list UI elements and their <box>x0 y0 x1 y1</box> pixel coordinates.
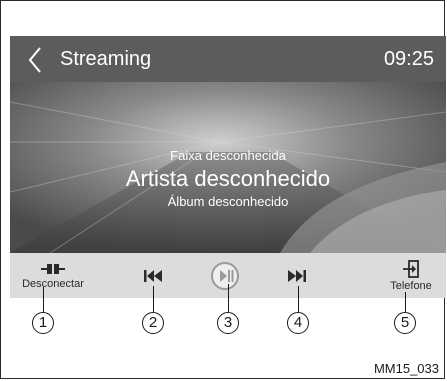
disconnect-label: Desconectar <box>22 277 84 290</box>
callout-5: 5 <box>394 312 416 334</box>
phone-label: Telefone <box>390 279 432 292</box>
header-bar: Streaming 09:25 <box>10 36 446 82</box>
track-title: Faixa desconhecida <box>170 148 286 163</box>
phone-button[interactable]: Telefone <box>376 253 446 298</box>
clock: 09:25 <box>383 48 434 70</box>
callout-line-4 <box>298 286 299 312</box>
callout-line-1 <box>43 287 44 312</box>
phone-icon <box>403 259 419 278</box>
play-pause-button[interactable] <box>208 253 242 298</box>
screen-title: Streaming <box>60 48 152 70</box>
callout-line-2 <box>153 286 154 312</box>
callout-4: 4 <box>287 312 309 334</box>
track-artist: Artista desconhecido <box>125 166 331 191</box>
figure-reference-code: MM15_033 <box>373 361 439 376</box>
next-track-button[interactable] <box>280 253 314 298</box>
callout-line-5 <box>405 292 406 312</box>
callout-2: 2 <box>142 312 164 334</box>
track-album: Álbum desconhecido <box>167 194 289 209</box>
chevron-left-icon <box>28 47 41 73</box>
album-artwork: Faixa desconhecida Artista desconhecido … <box>10 82 446 253</box>
next-track-icon <box>288 269 306 282</box>
callout-line-3 <box>228 284 229 312</box>
head-unit-screen: Streaming 09:25 Faixa desconhecida Artis… <box>10 36 446 298</box>
disconnect-button[interactable]: Desconectar <box>10 253 96 298</box>
callout-3: 3 <box>217 312 239 334</box>
disconnect-icon <box>41 263 65 274</box>
back-button[interactable] <box>20 44 50 76</box>
callout-1: 1 <box>32 312 54 334</box>
previous-track-icon <box>144 269 162 282</box>
play-pause-icon <box>211 261 239 290</box>
